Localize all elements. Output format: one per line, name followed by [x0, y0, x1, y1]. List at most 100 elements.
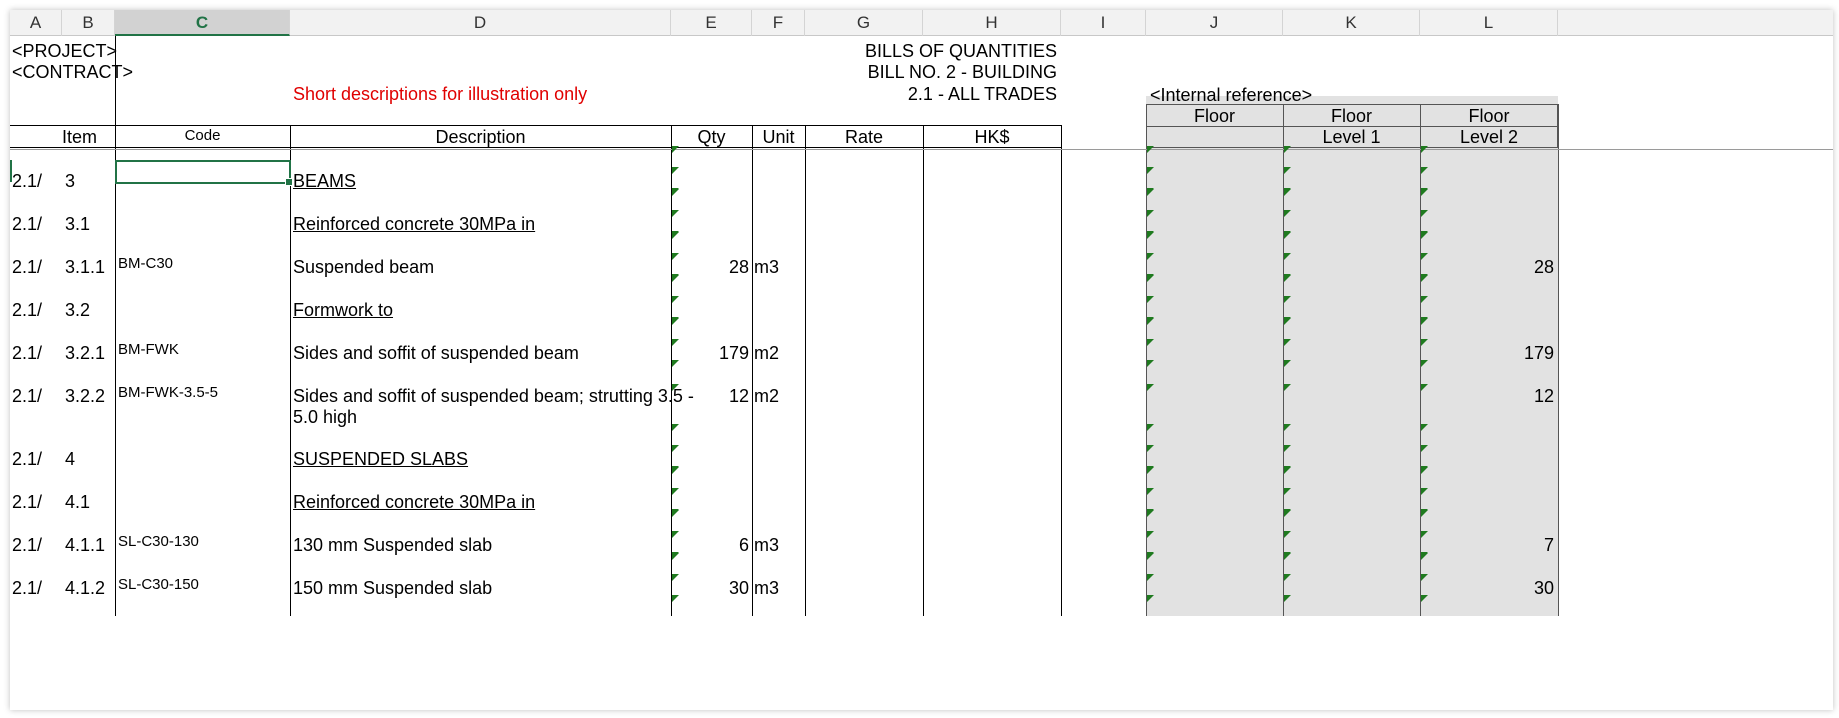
row-item-number: 3.2.1 — [65, 343, 106, 363]
row-qty: 30 — [728, 578, 749, 598]
error-indicator — [1147, 553, 1154, 560]
row-item-number: 4.1 — [65, 492, 91, 512]
column-header-a[interactable]: A — [10, 10, 62, 36]
error-indicator — [1284, 488, 1291, 495]
error-indicator — [1147, 253, 1154, 260]
column-header-d[interactable]: D — [290, 10, 671, 36]
column-header-c[interactable]: C — [115, 10, 290, 36]
error-indicator — [1421, 253, 1428, 260]
error-indicator — [1421, 553, 1428, 560]
row-code: SL-C30-130 — [118, 533, 199, 550]
error-indicator — [1284, 275, 1291, 282]
row-section: 2.1/ — [12, 343, 43, 363]
level-label-k: Level 1 — [1322, 127, 1381, 147]
column-header-g[interactable]: G — [805, 10, 923, 36]
row-description: Reinforced concrete 30MPa in — [293, 214, 536, 234]
column-header-i[interactable]: I — [1061, 10, 1146, 36]
row-description: Reinforced concrete 30MPa in — [293, 492, 536, 512]
error-indicator — [672, 167, 679, 174]
row-unit: m2 — [754, 343, 780, 363]
error-indicator — [672, 232, 679, 239]
column-header-b[interactable]: B — [62, 10, 115, 36]
level-label-l: Level 2 — [1459, 127, 1519, 147]
error-indicator — [672, 510, 679, 517]
row-level2-qty: 179 — [1523, 343, 1554, 363]
error-indicator — [1284, 189, 1291, 196]
row-item-number: 3.2.2 — [65, 386, 106, 406]
header-qty: Qty — [697, 127, 726, 147]
error-indicator — [672, 445, 679, 452]
fill-handle[interactable] — [285, 178, 293, 186]
row-description: BEAMS — [293, 171, 357, 191]
row-item-number: 3.1 — [65, 214, 91, 234]
error-indicator — [1421, 467, 1428, 474]
row-level2-qty: 12 — [1533, 386, 1554, 406]
row-description: 130 mm Suspended slab — [293, 535, 493, 555]
error-indicator — [1284, 318, 1291, 325]
column-header-k[interactable]: K — [1283, 10, 1420, 36]
row-section: 2.1/ — [12, 449, 43, 469]
error-indicator — [672, 360, 679, 367]
error-indicator — [1421, 445, 1428, 452]
error-indicator — [1284, 146, 1291, 153]
error-indicator — [1284, 384, 1291, 391]
column-header-j[interactable]: J — [1146, 10, 1283, 36]
row-qty: 6 — [738, 535, 749, 555]
error-indicator — [1421, 339, 1428, 346]
row-item-number: 4.1.2 — [65, 578, 106, 598]
error-indicator — [1147, 595, 1154, 602]
row-description: Suspended beam — [293, 257, 435, 277]
row-section: 2.1/ — [12, 492, 43, 512]
error-indicator — [1147, 189, 1154, 196]
floor-label-j: Floor — [1193, 106, 1235, 126]
error-indicator — [1421, 232, 1428, 239]
active-cell-c[interactable] — [115, 160, 293, 186]
error-indicator — [1421, 210, 1428, 217]
sheet-grid: <PROJECT> <CONTRACT> Short descriptions fo… — [10, 36, 1833, 710]
row-description: 150 mm Suspended slab — [293, 578, 493, 598]
column-header-e[interactable]: E — [671, 10, 752, 36]
column-header-f[interactable]: F — [752, 10, 805, 36]
error-indicator — [672, 531, 679, 538]
error-indicator — [1421, 574, 1428, 581]
error-indicator — [672, 253, 679, 260]
error-indicator — [672, 296, 679, 303]
error-indicator — [1147, 384, 1154, 391]
error-indicator — [1147, 488, 1154, 495]
row-description: Sides and soffit of suspended beam; stru… — [293, 386, 694, 406]
error-indicator — [1147, 318, 1154, 325]
error-indicator — [1421, 318, 1428, 325]
row-code: SL-C30-150 — [118, 576, 199, 593]
error-indicator — [1421, 360, 1428, 367]
error-indicator — [1147, 296, 1154, 303]
error-indicator — [1147, 510, 1154, 517]
error-indicator — [672, 189, 679, 196]
row-unit: m2 — [754, 386, 780, 406]
active-row-marker — [10, 160, 12, 182]
header-rate: Rate — [844, 127, 884, 147]
error-indicator — [1147, 424, 1154, 431]
row-level2-qty: 30 — [1533, 578, 1554, 598]
header-description: Description — [435, 127, 526, 147]
error-indicator — [1284, 510, 1291, 517]
error-indicator — [1147, 275, 1154, 282]
error-indicator — [1147, 167, 1154, 174]
header-code: Code — [184, 127, 221, 144]
error-indicator — [672, 384, 679, 391]
error-indicator — [1284, 296, 1291, 303]
error-indicator — [1284, 531, 1291, 538]
row-item-number: 3.1.1 — [65, 257, 106, 277]
error-indicator — [1284, 574, 1291, 581]
row-code: BM-FWK — [118, 341, 179, 358]
internal-reference: <Internal reference> — [1150, 85, 1313, 105]
error-indicator — [1147, 210, 1154, 217]
error-indicator — [1421, 167, 1428, 174]
column-header-h[interactable]: H — [923, 10, 1061, 36]
row-qty: 28 — [728, 257, 749, 277]
project-label: <PROJECT> — [12, 41, 118, 61]
column-header-l[interactable]: L — [1420, 10, 1558, 36]
error-indicator — [1284, 210, 1291, 217]
row-description: Sides and soffit of suspended beam — [293, 343, 579, 363]
row-section: 2.1/ — [12, 578, 43, 598]
error-indicator — [1284, 445, 1291, 452]
